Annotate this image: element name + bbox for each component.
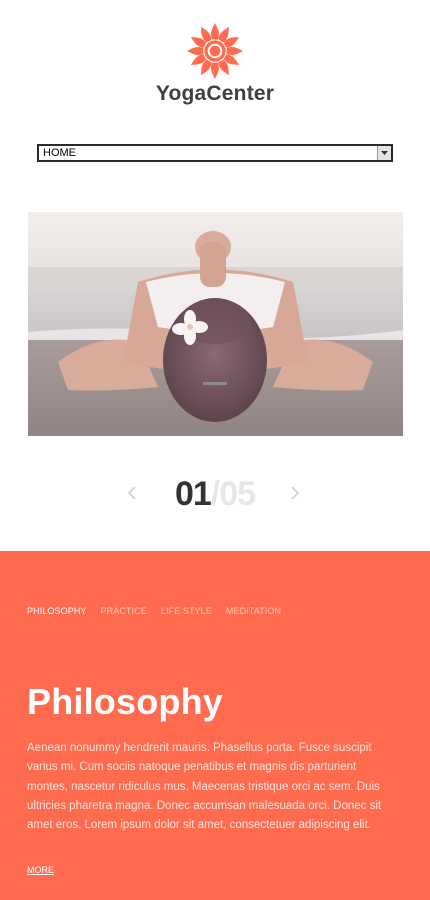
section-tabs: PHILOSOPHY PRACTICE LIFE STYLE MEDITATIO… [27, 606, 281, 616]
page: YogaCenter HOME 01/05 PHILOSOPHY PRACTIC… [0, 0, 430, 900]
tab-philosophy[interactable]: PHILOSOPHY [27, 606, 87, 616]
slide-total: 05 [219, 475, 256, 513]
chevron-down-icon[interactable] [377, 146, 391, 160]
tab-meditation[interactable]: MEDITATION [226, 606, 281, 616]
section-title: Philosophy [27, 681, 224, 722]
nav-select-value: HOME [43, 147, 76, 159]
slide-counter: 01/05 [0, 474, 430, 514]
site-title[interactable]: YogaCenter [0, 82, 430, 106]
site-header: YogaCenter [0, 22, 430, 106]
more-link[interactable]: MORE [27, 865, 54, 875]
philosophy-section: PHILOSOPHY PRACTICE LIFE STYLE MEDITATIO… [0, 551, 430, 900]
slider-pagination: 01/05 [0, 474, 430, 514]
tab-life-style[interactable]: LIFE STYLE [161, 606, 212, 616]
chevron-right-icon[interactable] [287, 485, 301, 501]
tab-practice[interactable]: PRACTICE [101, 606, 147, 616]
sun-icon[interactable] [186, 22, 244, 80]
slide-current: 01 [174, 475, 212, 513]
nav-select[interactable]: HOME [37, 144, 393, 162]
hero-image [28, 212, 403, 436]
slide-separator: / [210, 475, 221, 513]
section-body-text: Aenean nonummy hendrerit mauris. Phasell… [27, 742, 382, 832]
